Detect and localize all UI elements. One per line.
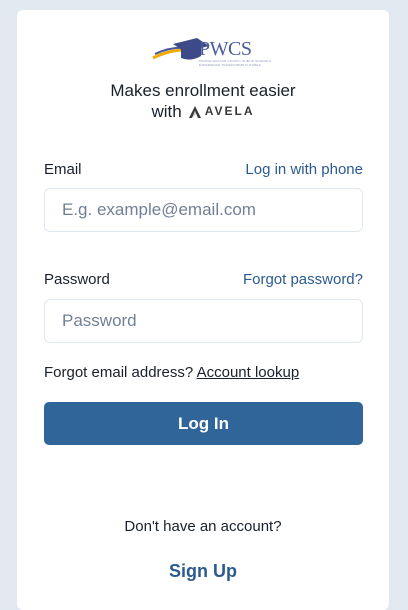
password-label: Password <box>44 271 110 288</box>
avela-mark-icon <box>188 105 201 118</box>
tagline-with-text: with <box>151 102 182 121</box>
forgot-email-text: Forgot email address? <box>44 364 194 381</box>
log-in-button[interactable]: Log In <box>44 402 363 445</box>
account-lookup-link[interactable]: Account lookup <box>197 364 300 381</box>
avela-logo: AVELA <box>188 101 255 122</box>
sign-up-link[interactable]: Sign Up <box>17 561 389 582</box>
logo-subline: EXPERIENCE TRANSFORMS FUTURES <box>199 63 261 67</box>
login-card: PWCS PRINCE WILLIAM COUNTY PUBLIC SCHOOL… <box>17 10 389 610</box>
password-input[interactable] <box>44 299 363 343</box>
tagline: Makes enrollment easier <box>110 81 296 100</box>
email-label: Email <box>44 161 82 178</box>
no-account-text: Don't have an account? <box>124 518 282 535</box>
pwcs-logo: PWCS PRINCE WILLIAM COUNTY PUBLIC SCHOOL… <box>151 36 271 68</box>
log-in-with-phone-link[interactable]: Log in with phone <box>245 161 363 178</box>
tagline-with-partner: with AVELA <box>17 101 389 122</box>
forgot-email-row: Forgot email address? Account lookup <box>44 364 299 381</box>
email-input[interactable] <box>44 188 363 232</box>
avela-wordmark: AVELA <box>204 104 255 118</box>
forgot-password-link[interactable]: Forgot password? <box>243 271 363 288</box>
logo-wordmark: PWCS <box>199 38 252 60</box>
